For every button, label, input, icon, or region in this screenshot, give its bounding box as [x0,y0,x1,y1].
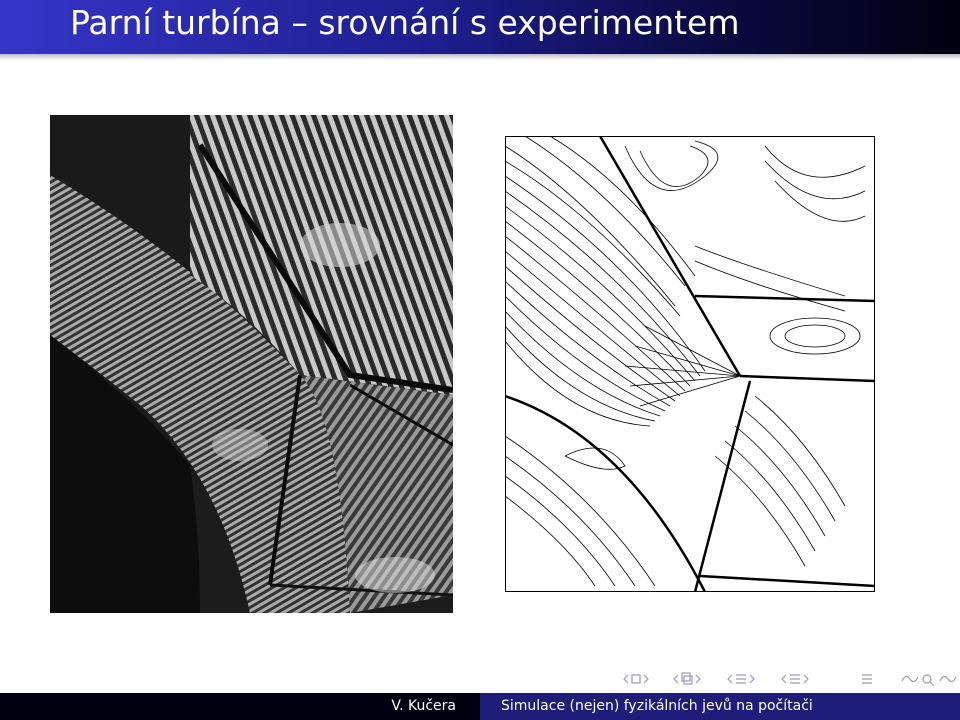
document-nav-icon[interactable] [781,674,809,684]
section-nav-icon[interactable] [727,674,755,684]
search-icon[interactable] [901,674,957,687]
title-bar: Parní turbína – srovnání s experimentem [0,0,960,54]
footer-author-panel: V. Kučera [0,693,480,720]
experiment-interferogram-image [50,115,453,613]
slide-title: Parní turbína – srovnání s experimentem [70,3,740,42]
beamer-navigation [600,667,960,691]
simulation-isolines-image [505,136,875,592]
footer-talk-panel: Simulace (nejen) fyzikálních jevů na poč… [480,693,960,720]
footer-talk-title: Simulace (nejen) fyzikálních jevů na poč… [501,698,813,714]
footer-bar: V. Kučera Simulace (nejen) fyzikálních j… [0,693,960,720]
subsection-nav-icon[interactable] [673,672,701,685]
footer-author: V. Kučera [391,698,456,714]
appendix-nav-icon[interactable] [862,674,872,684]
frame-nav-icon[interactable] [623,674,649,684]
title-bar-shadow [0,54,960,60]
navigation-icons [623,672,957,687]
